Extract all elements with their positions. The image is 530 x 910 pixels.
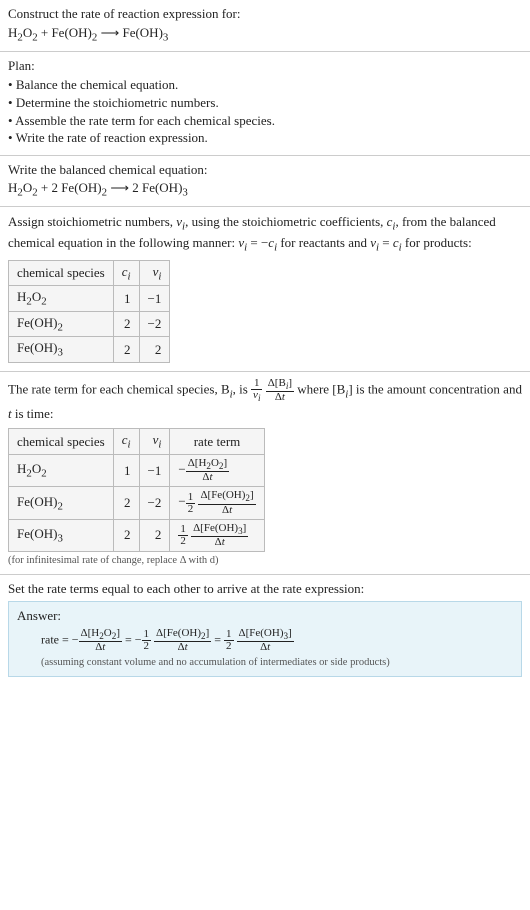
prompt-section: Construct the rate of reaction expressio… bbox=[0, 0, 530, 52]
col-species: chemical species bbox=[9, 429, 114, 455]
table-row: Fe(OH)3 2 2 12 Δ[Fe(OH)3]Δt bbox=[9, 519, 265, 551]
answer-box: Answer: rate = −Δ[H2O2]Δt = −12 Δ[Fe(OH)… bbox=[8, 601, 522, 677]
stoich-intro: Assign stoichiometric numbers, νi, using… bbox=[8, 213, 522, 255]
plan-title: Plan: bbox=[8, 58, 522, 74]
table-header-row: chemical species ci νi bbox=[9, 260, 170, 286]
cell-ci: 1 bbox=[113, 286, 139, 312]
rate-term-section: The rate term for each chemical species,… bbox=[0, 372, 530, 575]
cell-vi: −2 bbox=[139, 311, 170, 337]
final-section: Set the rate terms equal to each other t… bbox=[0, 575, 530, 685]
cell-species: Fe(OH)2 bbox=[9, 311, 114, 337]
plan-item: Balance the chemical equation. bbox=[8, 76, 522, 94]
table-row: H2O2 1 −1 bbox=[9, 286, 170, 312]
plan-list: Balance the chemical equation. Determine… bbox=[8, 76, 522, 146]
plan-item: Determine the stoichiometric numbers. bbox=[8, 94, 522, 112]
balanced-intro: Write the balanced chemical equation: bbox=[8, 162, 522, 178]
col-species: chemical species bbox=[9, 260, 114, 286]
cell-species: Fe(OH)3 bbox=[9, 519, 114, 551]
stoich-section: Assign stoichiometric numbers, νi, using… bbox=[0, 207, 530, 372]
balanced-equation: H2O2 + 2 Fe(OH)2 ⟶ 2 Fe(OH)3 bbox=[8, 180, 522, 199]
plan-item: Assemble the rate term for each chemical… bbox=[8, 112, 522, 130]
cell-ci: 1 bbox=[113, 455, 139, 487]
col-vi: νi bbox=[139, 429, 170, 455]
plan-item: Write the rate of reaction expression. bbox=[8, 129, 522, 147]
cell-rate: −12 Δ[Fe(OH)2]Δt bbox=[170, 487, 264, 519]
cell-species: Fe(OH)2 bbox=[9, 487, 114, 519]
cell-species: H2O2 bbox=[9, 455, 114, 487]
cell-ci: 2 bbox=[113, 337, 139, 363]
unbalanced-equation: H2O2 + Fe(OH)2 ⟶ Fe(OH)3 bbox=[8, 25, 522, 44]
prompt-text: Construct the rate of reaction expressio… bbox=[8, 6, 522, 23]
cell-vi: −2 bbox=[139, 487, 170, 519]
cell-vi: 2 bbox=[139, 519, 170, 551]
table-row: Fe(OH)2 2 −2 −12 Δ[Fe(OH)2]Δt bbox=[9, 487, 265, 519]
table-row: Fe(OH)3 2 2 bbox=[9, 337, 170, 363]
answer-assumption: (assuming constant volume and no accumul… bbox=[41, 657, 513, 668]
cell-rate: 12 Δ[Fe(OH)3]Δt bbox=[170, 519, 264, 551]
cell-vi: 2 bbox=[139, 337, 170, 363]
cell-vi: −1 bbox=[139, 286, 170, 312]
balanced-section: Write the balanced chemical equation: H2… bbox=[0, 156, 530, 208]
rate-note: (for infinitesimal rate of change, repla… bbox=[8, 555, 522, 566]
cell-rate: −Δ[H2O2]Δt bbox=[170, 455, 264, 487]
table-row: Fe(OH)2 2 −2 bbox=[9, 311, 170, 337]
rate-expression: rate = −Δ[H2O2]Δt = −12 Δ[Fe(OH)2]Δt = 1… bbox=[41, 628, 513, 653]
cell-ci: 2 bbox=[113, 519, 139, 551]
table-header-row: chemical species ci νi rate term bbox=[9, 429, 265, 455]
cell-ci: 2 bbox=[113, 487, 139, 519]
cell-ci: 2 bbox=[113, 311, 139, 337]
rate-table: chemical species ci νi rate term H2O2 1 … bbox=[8, 428, 265, 552]
cell-species: H2O2 bbox=[9, 286, 114, 312]
col-vi: νi bbox=[139, 260, 170, 286]
cell-species: Fe(OH)3 bbox=[9, 337, 114, 363]
answer-title: Answer: bbox=[17, 608, 513, 624]
table-row: H2O2 1 −1 −Δ[H2O2]Δt bbox=[9, 455, 265, 487]
plan-section: Plan: Balance the chemical equation. Det… bbox=[0, 52, 530, 155]
col-ci: ci bbox=[113, 260, 139, 286]
rate-intro: The rate term for each chemical species,… bbox=[8, 378, 522, 424]
stoich-table: chemical species ci νi H2O2 1 −1 Fe(OH)2… bbox=[8, 260, 170, 363]
cell-vi: −1 bbox=[139, 455, 170, 487]
col-ci: ci bbox=[113, 429, 139, 455]
col-rate: rate term bbox=[170, 429, 264, 455]
final-intro: Set the rate terms equal to each other t… bbox=[8, 581, 522, 597]
